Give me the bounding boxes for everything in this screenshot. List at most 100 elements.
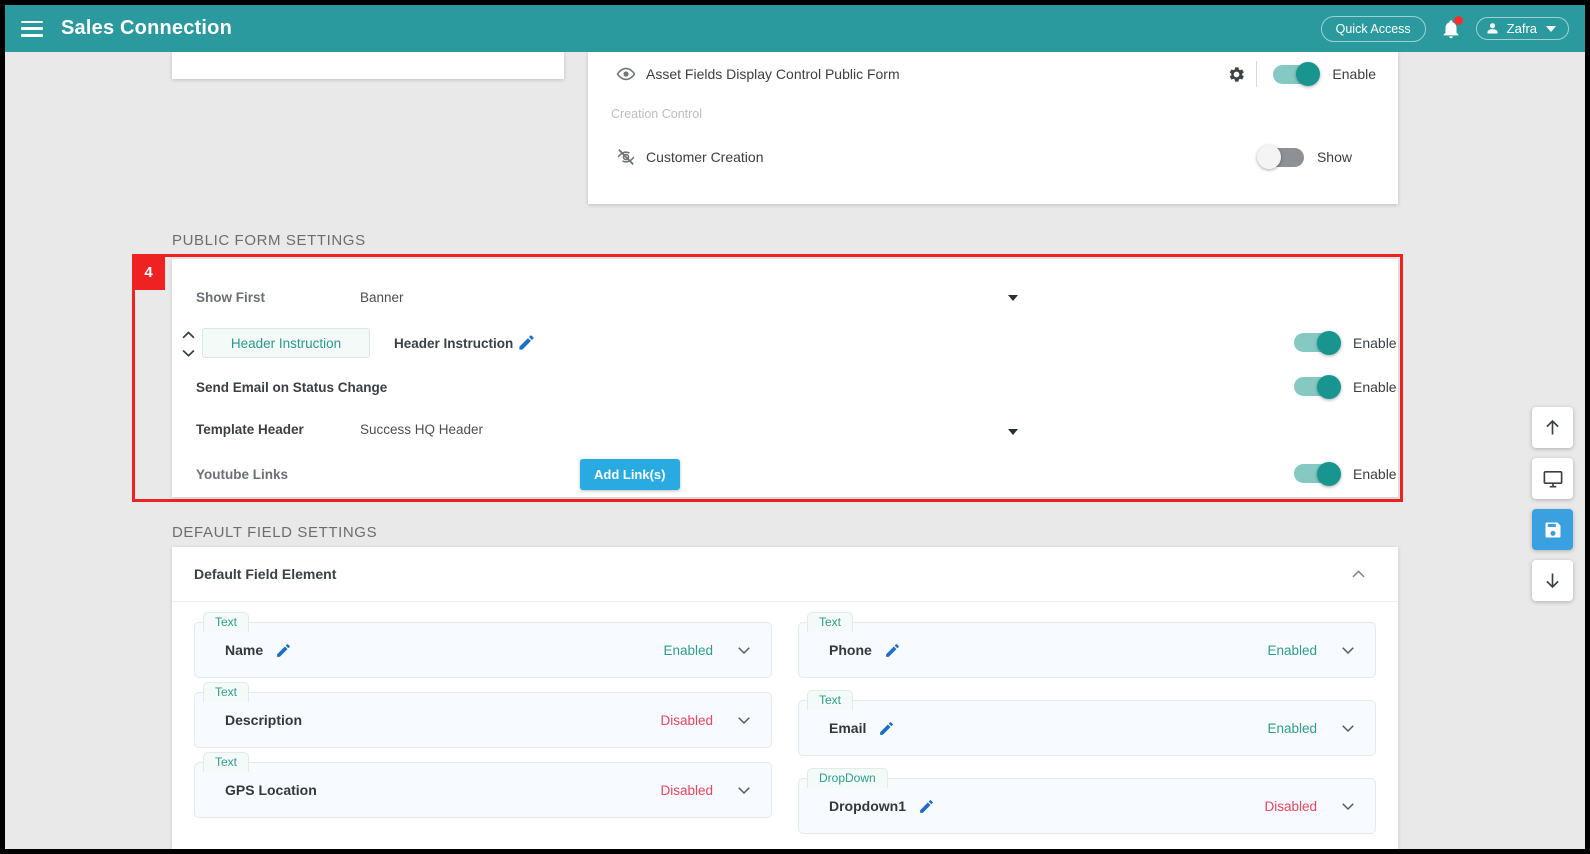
- chevron-down-icon[interactable]: [735, 781, 753, 799]
- header-instruction-toggle-label: Enable: [1353, 334, 1397, 351]
- quick-access-button[interactable]: Quick Access: [1320, 15, 1426, 42]
- youtube-links-row: Youtube Links Add Link(s) Enable: [172, 451, 1398, 497]
- arrow-down-icon: [1546, 573, 1559, 589]
- user-account-menu[interactable]: Zafra: [1475, 17, 1569, 40]
- field-type-tag: DropDown: [807, 768, 888, 788]
- header-instruction-toggle-group: Enable: [1294, 330, 1397, 355]
- public-form-settings-title: PUBLIC FORM SETTINGS: [172, 232, 366, 249]
- field-name-label: GPS Location: [225, 782, 317, 798]
- scroll-up-button[interactable]: [1532, 407, 1573, 448]
- monitor-icon: [1543, 470, 1562, 488]
- field-type-tag: Text: [203, 752, 250, 772]
- reorder-handle-icon[interactable]: [180, 331, 196, 357]
- save-button[interactable]: [1532, 509, 1573, 550]
- asset-fields-card: Asset Fields Display Control Public Form…: [588, 52, 1398, 204]
- customer-creation-label: Customer Creation: [646, 149, 764, 165]
- field-card-description[interactable]: Text Description Disabled: [194, 682, 772, 748]
- show-first-dropdown-caret[interactable]: [1008, 295, 1018, 301]
- send-email-toggle[interactable]: [1294, 374, 1341, 399]
- show-first-value: Banner: [360, 289, 404, 305]
- field-name-label: Phone: [829, 642, 872, 658]
- customer-creation-toggle[interactable]: [1256, 145, 1304, 169]
- template-header-dropdown-caret[interactable]: [1008, 429, 1018, 435]
- field-edit-pencil-icon[interactable]: [275, 642, 292, 659]
- notification-bell-icon[interactable]: [1440, 15, 1463, 41]
- asset-fields-label: Asset Fields Display Control Public Form: [646, 66, 900, 82]
- chevron-down-icon[interactable]: [1339, 641, 1357, 659]
- header-instruction-label: Header Instruction: [394, 336, 514, 351]
- chevron-down-icon[interactable]: [735, 641, 753, 659]
- chevron-down-icon[interactable]: [1339, 719, 1357, 737]
- header-instruction-edit-pencil-icon[interactable]: [517, 333, 536, 352]
- default-fields-left-column: Text Name Enabled Text Description Disab…: [194, 608, 772, 834]
- default-field-settings-title: DEFAULT FIELD SETTINGS: [172, 524, 378, 541]
- preview-button[interactable]: [1532, 458, 1573, 499]
- template-header-row: Template Header Success HQ Header: [172, 411, 1398, 451]
- template-header-label: Template Header: [196, 422, 304, 437]
- field-type-tag: Text: [807, 690, 854, 710]
- field-type-tag: Text: [203, 682, 250, 702]
- step-badge-4: 4: [132, 254, 165, 290]
- user-avatar-icon: [1487, 23, 1498, 34]
- header-instruction-row: Header Instruction Header Instruction En…: [172, 322, 1398, 366]
- field-status-label: Enabled: [1267, 642, 1317, 658]
- field-name-label: Email: [829, 720, 867, 736]
- customer-creation-toggle-label: Show: [1316, 149, 1352, 165]
- eye-icon: [616, 64, 646, 84]
- add-links-button[interactable]: Add Link(s): [580, 459, 680, 490]
- show-first-label: Show First: [196, 289, 266, 305]
- field-edit-pencil-icon[interactable]: [878, 720, 895, 737]
- gear-icon[interactable]: [1227, 65, 1246, 84]
- youtube-links-toggle[interactable]: [1294, 461, 1341, 486]
- template-header-value: Success HQ Header: [360, 422, 484, 437]
- customer-creation-row: Customer Creation Show: [588, 135, 1398, 179]
- hamburger-menu-icon[interactable]: [21, 20, 43, 37]
- send-email-row: Send Email on Status Change Enable: [172, 369, 1398, 409]
- arrow-up-icon: [1546, 419, 1559, 435]
- app-screen: Sales Connection Quick Access Zafra Asse…: [0, 0, 1590, 854]
- default-field-element-header[interactable]: Default Field Element: [172, 547, 1398, 602]
- page-body: Asset Fields Display Control Public Form…: [5, 52, 1585, 849]
- public-form-settings-card: Show First Banner Header Instruction Hea…: [172, 259, 1398, 497]
- field-card-name[interactable]: Text Name Enabled: [194, 612, 772, 678]
- save-icon: [1545, 522, 1560, 537]
- notification-badge-dot: [1453, 15, 1463, 25]
- send-email-toggle-label: Enable: [1353, 378, 1397, 395]
- youtube-links-toggle-group: Enable: [1294, 461, 1397, 486]
- user-name-label: Zafra: [1506, 21, 1537, 36]
- asset-fields-toggle-label: Enable: [1332, 66, 1376, 82]
- field-edit-pencil-icon[interactable]: [884, 642, 901, 659]
- field-card-gps-location[interactable]: Text GPS Location Disabled: [194, 752, 772, 818]
- field-card-phone[interactable]: Text Phone Enabled: [798, 612, 1376, 678]
- chevron-up-icon[interactable]: [1349, 565, 1368, 584]
- default-fields-grid: Text Name Enabled Text Description Disab…: [172, 602, 1398, 834]
- field-status-label: Disabled: [660, 782, 713, 798]
- asset-fields-display-control-row: Asset Fields Display Control Public Form…: [588, 52, 1398, 96]
- default-field-settings-card: Default Field Element Text Name Enabled: [172, 547, 1398, 849]
- asset-fields-toggle-group: Enable: [1273, 62, 1376, 86]
- asset-fields-toggle[interactable]: [1273, 62, 1321, 86]
- youtube-links-toggle-label: Enable: [1353, 465, 1397, 482]
- scroll-down-button[interactable]: [1532, 560, 1573, 601]
- field-status-label: Enabled: [663, 642, 713, 658]
- top-navigation-bar: Sales Connection Quick Access Zafra: [5, 5, 1585, 52]
- floating-action-rail: [1532, 407, 1573, 601]
- chevron-down-icon[interactable]: [1339, 797, 1357, 815]
- field-type-tag: Text: [807, 612, 854, 632]
- app-title: Sales Connection: [61, 17, 233, 39]
- field-type-tag: Text: [203, 612, 250, 632]
- send-email-label: Send Email on Status Change: [196, 380, 388, 395]
- header-instruction-chip[interactable]: Header Instruction: [202, 328, 370, 358]
- field-status-label: Disabled: [1264, 798, 1317, 814]
- chevron-down-icon[interactable]: [735, 711, 753, 729]
- left-panel-stub: [172, 52, 564, 79]
- field-edit-pencil-icon[interactable]: [918, 798, 935, 815]
- field-status-label: Disabled: [660, 712, 713, 728]
- creation-control-heading: Creation Control: [611, 107, 703, 121]
- field-card-dropdown1[interactable]: DropDown Dropdown1 Disabled: [798, 768, 1376, 834]
- field-card-email[interactable]: Text Email Enabled: [798, 690, 1376, 756]
- chevron-down-icon: [1546, 25, 1556, 32]
- field-name-label: Description: [225, 712, 303, 728]
- header-instruction-toggle[interactable]: [1294, 330, 1341, 355]
- vertical-divider: [1256, 61, 1258, 87]
